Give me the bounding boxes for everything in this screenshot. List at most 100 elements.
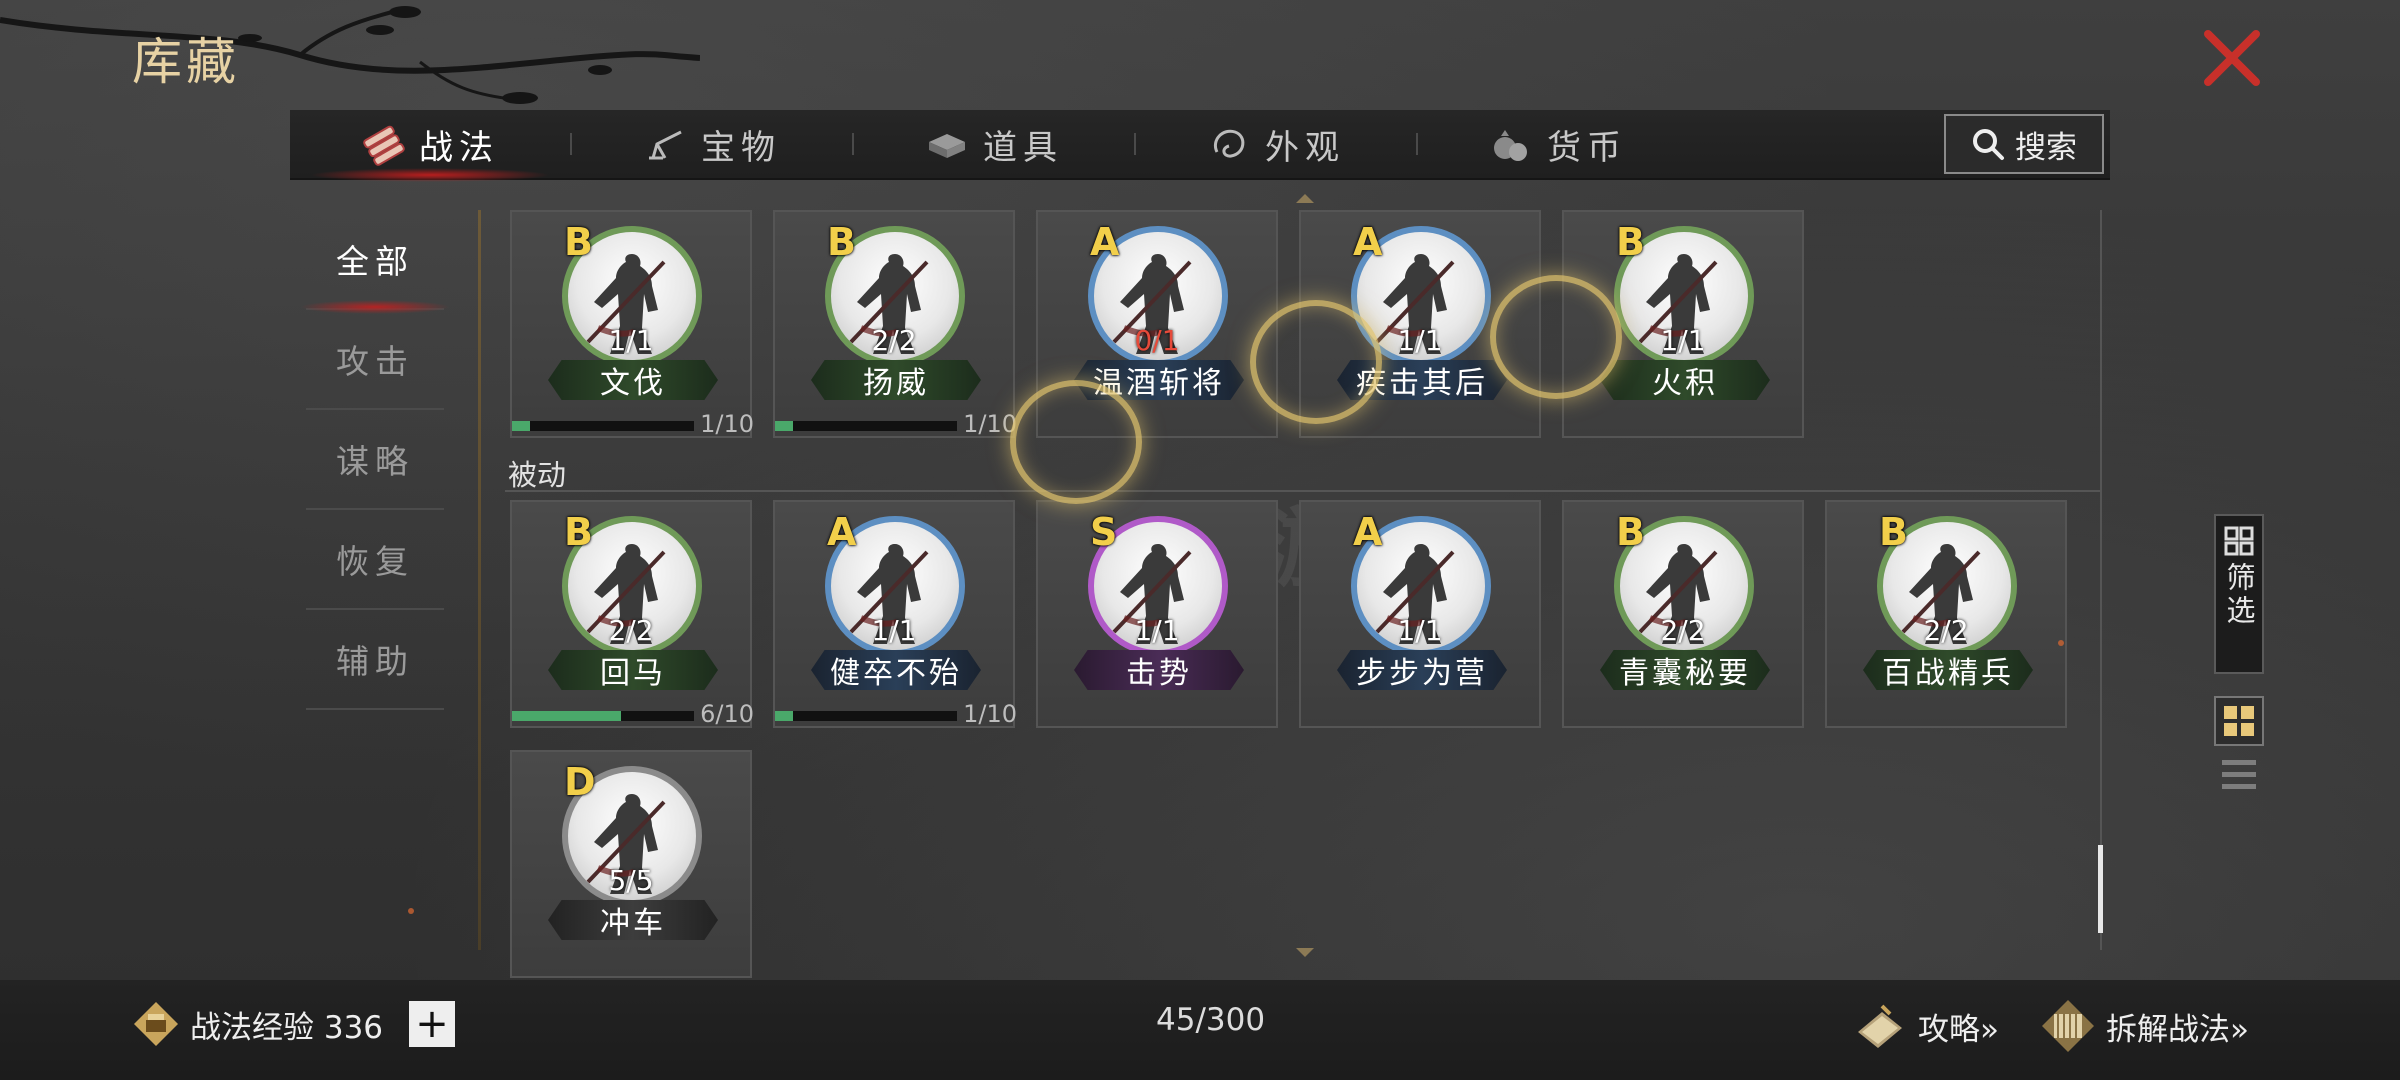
bottom-bar: 战法经验 336 + 45/300 攻略» 拆解战法» [0, 980, 2400, 1080]
grid-view-toggle[interactable] [2214, 696, 2264, 746]
cannon-icon [649, 130, 682, 160]
guide-button[interactable]: 攻略» [1852, 998, 1999, 1054]
book-icon [1858, 1004, 1902, 1048]
tactic-count: 1/1 [1660, 324, 1706, 357]
tab-currency[interactable]: 货币 [1418, 110, 1698, 178]
tactic-progress-label: 1/10 [963, 410, 1017, 438]
tactic-name: 冲车 [548, 900, 718, 940]
tactic-progress-bar [775, 421, 957, 431]
close-icon[interactable] [2200, 26, 2264, 90]
tactic-grade: B [1616, 510, 1645, 554]
tactic-card[interactable]: B 2/2 回马 6/10 [510, 500, 754, 728]
category-strategy[interactable]: 谋略 [306, 410, 444, 510]
inventory-capacity: 45/300 [1156, 1002, 1266, 1038]
tactic-grade: A [1090, 220, 1120, 264]
grid-view-icon [2224, 706, 2254, 736]
section-divider [505, 490, 2100, 492]
category-all[interactable]: 全部 [300, 210, 450, 314]
tactic-progress-label: 1/10 [700, 410, 754, 438]
tactic-name: 火积 [1600, 360, 1770, 400]
tab-tactics[interactable]: 战法 [290, 110, 570, 182]
tactic-count: 1/1 [871, 614, 917, 647]
tactic-progress-fill [512, 711, 622, 721]
dismantle-tactics-button[interactable]: 拆解战法» [2040, 998, 2249, 1054]
category-attack[interactable]: 攻击 [306, 310, 444, 410]
tactic-card[interactable]: S 1/1 击势 [1036, 500, 1278, 728]
scrollbar-thumb[interactable] [2098, 845, 2103, 933]
search-button[interactable]: 搜索 [1944, 114, 2104, 174]
tactic-count: 1/1 [1134, 614, 1180, 647]
tactic-card[interactable]: B 2/2 扬威 1/10 [773, 210, 1017, 438]
tactic-count: 1/1 [608, 324, 654, 357]
search-label: 搜索 [2015, 129, 2077, 166]
tactic-progress-bar [512, 711, 694, 721]
tactic-name: 扬威 [811, 360, 981, 400]
tab-label: 战法 [419, 127, 499, 168]
tactic-grade: S [1090, 510, 1118, 554]
tactic-card[interactable]: B 1/1 文伐 1/10 [510, 210, 754, 438]
tactic-card[interactable]: D 5/5 冲车 [510, 750, 752, 978]
tactic-name: 健卒不殆 [811, 650, 981, 690]
tactic-card[interactable]: B 2/2 百战精兵 [1825, 500, 2067, 728]
scrollbar-track [2100, 210, 2102, 950]
tactic-count: 1/1 [1397, 324, 1443, 357]
filter-button[interactable]: 筛选 [2214, 514, 2264, 674]
tab-items[interactable]: 道具 [854, 110, 1134, 178]
tactic-grade: A [827, 510, 857, 554]
guide-label: 攻略» [1918, 1011, 1999, 1048]
tactic-progress-label: 6/10 [700, 700, 754, 728]
tactic-count: 2/2 [608, 614, 654, 647]
tactic-grade: D [564, 760, 596, 804]
tactic-count: 1/1 [1397, 614, 1443, 647]
tactic-name: 温酒斩将 [1074, 360, 1244, 400]
ember-particle [2058, 640, 2064, 646]
tab-treasure[interactable]: 宝物 [572, 110, 852, 178]
tactic-progress-fill [512, 421, 531, 431]
tactic-grade: B [827, 220, 856, 264]
tactic-count: 2/2 [871, 324, 917, 357]
tactic-card[interactable]: A 1/1 步步为营 [1299, 500, 1541, 728]
tab-label: 宝物 [701, 127, 781, 168]
tactic-name: 青囊秘要 [1600, 650, 1770, 690]
chest-icon [929, 134, 965, 158]
tactic-count: 2/2 [1923, 614, 1969, 647]
dismantle-label: 拆解战法» [2106, 1011, 2249, 1048]
tactic-progress-label: 1/10 [963, 700, 1017, 728]
fist-badge-icon [134, 1002, 178, 1046]
category-support[interactable]: 辅助 [306, 610, 444, 710]
tab-bar: 战法 宝物 道具 外观 货币 搜索 [290, 110, 2110, 182]
tactic-card[interactable]: A 1/1 疾击其后 [1299, 210, 1541, 438]
tactic-card[interactable]: A 1/1 健卒不殆 1/10 [773, 500, 1017, 728]
tactic-count: 0/1 [1134, 324, 1180, 357]
tactic-name: 文伐 [548, 360, 718, 400]
tactic-card[interactable]: B 2/2 青囊秘要 [1562, 500, 1804, 728]
tactic-exp: 战法经验 336 + [132, 1000, 456, 1048]
category-recovery[interactable]: 恢复 [306, 510, 444, 610]
tactic-grade: A [1353, 510, 1383, 554]
swirl-icon [1214, 129, 1245, 158]
tactic-name: 百战精兵 [1863, 650, 2033, 690]
tactic-progress-fill [775, 421, 794, 431]
category-sidebar: 全部 攻击 谋略 恢复 辅助 [300, 210, 450, 710]
grid-filter-icon [2224, 526, 2254, 556]
tactic-grade: A [1353, 220, 1383, 264]
tab-label: 外观 [1265, 127, 1345, 168]
add-exp-button[interactable]: + [409, 1001, 456, 1047]
tab-appearance[interactable]: 外观 [1136, 110, 1416, 178]
tactic-grade: B [564, 510, 593, 554]
search-icon [1973, 129, 2004, 160]
tactic-progress-fill [775, 711, 794, 721]
list-view-icon[interactable] [2220, 756, 2258, 794]
filter-label: 筛选 [2222, 562, 2256, 628]
tactic-count: 5/5 [608, 864, 654, 897]
tactic-card[interactable]: A 0/1 温酒斩将 [1036, 210, 1278, 438]
tactic-progress-bar [512, 421, 694, 431]
tactic-grade: B [564, 220, 593, 264]
exp-label: 战法经验 336 [190, 1009, 384, 1046]
tactic-grade: B [1616, 220, 1645, 264]
tactic-card[interactable]: B 1/1 火积 [1562, 210, 1804, 438]
tactic-name: 击势 [1074, 650, 1244, 690]
tactic-name: 回马 [548, 650, 718, 690]
tactic-name: 步步为营 [1337, 650, 1507, 690]
scroll-icon [2042, 1000, 2094, 1052]
